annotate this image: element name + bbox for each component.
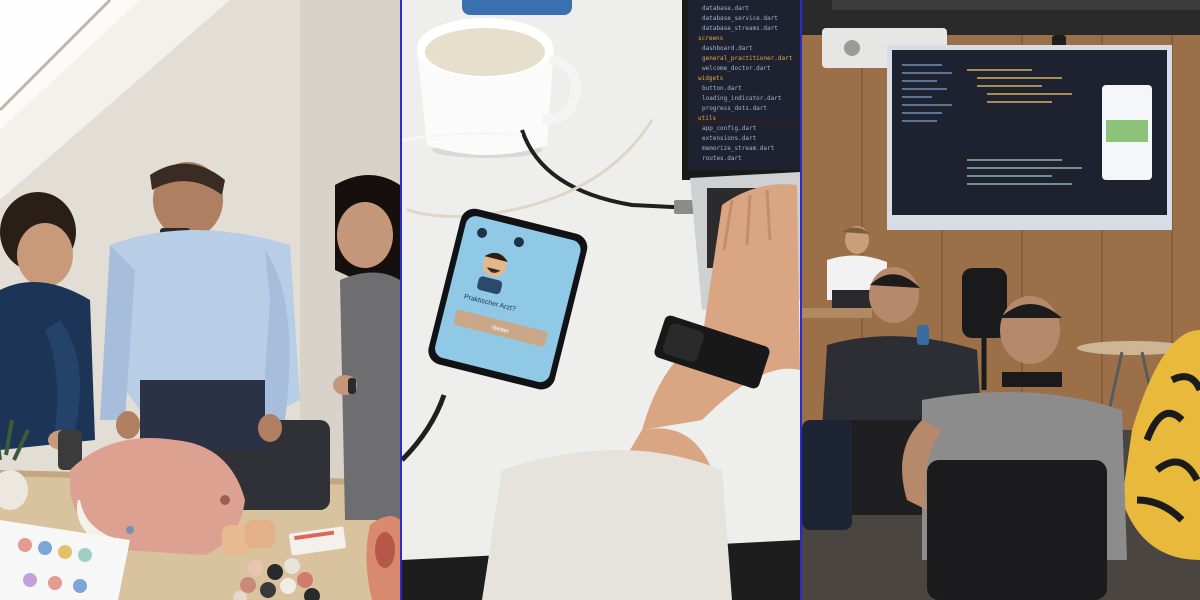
code-line: loading_indicator.dart xyxy=(702,95,782,102)
panel-presentation xyxy=(802,0,1200,600)
backpack xyxy=(802,420,852,530)
code-line: routes.dart xyxy=(702,155,742,162)
code-line: app_config.dart xyxy=(702,125,757,132)
panel-app-testing: database.dart database_service.dart data… xyxy=(400,0,802,600)
code-line: general_practitioner.dart xyxy=(702,55,793,62)
code-line: button.dart xyxy=(702,85,742,92)
code-line: memorize_stream.dart xyxy=(702,145,775,152)
photo-collage: database.dart database_service.dart data… xyxy=(0,0,1200,600)
code-line: screens xyxy=(698,35,724,42)
sleeve xyxy=(482,450,732,600)
blue-case xyxy=(462,0,572,15)
chair xyxy=(927,460,1107,600)
code-line: database_streams.dart xyxy=(702,25,778,32)
presenter-desk xyxy=(802,308,872,318)
code-line: progress_dots.dart xyxy=(702,105,767,112)
anatomical-model xyxy=(366,516,400,600)
code-line: dashboard.dart xyxy=(702,45,753,52)
code-line: widgets xyxy=(698,75,724,82)
code-line: database.dart xyxy=(702,5,749,12)
code-line: database_service.dart xyxy=(702,15,778,22)
projection-screen xyxy=(887,45,1172,230)
code-line: extensions.dart xyxy=(702,135,757,142)
panel-medical-workshop xyxy=(0,0,400,600)
code-line: welcome_doctor.dart xyxy=(702,65,771,72)
